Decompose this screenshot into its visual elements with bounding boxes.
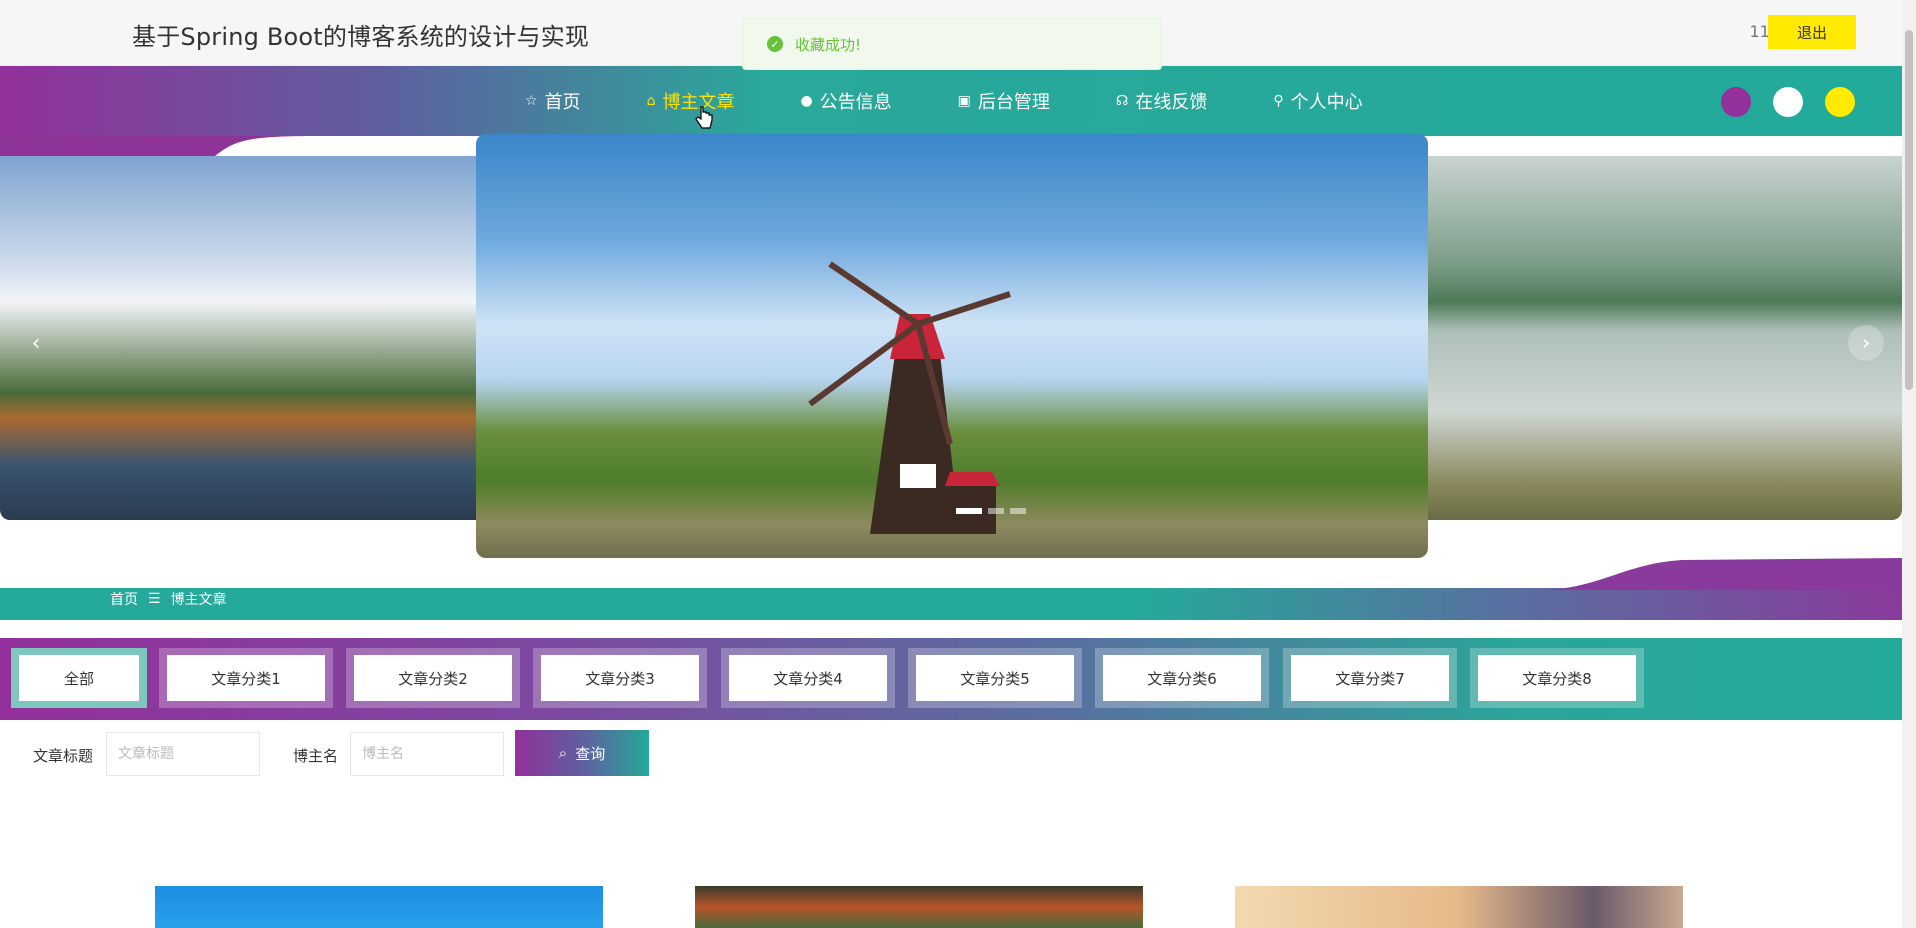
carousel-slide-next[interactable] — [1428, 156, 1902, 520]
category-6[interactable]: 文章分类6 — [1095, 648, 1269, 708]
search-button-label: 查询 — [575, 745, 606, 763]
user-icon: ⚲ — [1273, 93, 1284, 109]
carousel-slide-prev[interactable] — [0, 156, 476, 520]
category-label: 文章分类2 — [354, 655, 512, 701]
scrollbar-thumb[interactable] — [1905, 30, 1913, 390]
headset-icon: ☊ — [1115, 93, 1129, 109]
info-icon: ● — [800, 93, 813, 109]
category-label: 全部 — [19, 655, 139, 701]
category-8[interactable]: 文章分类8 — [1470, 648, 1644, 708]
star-icon: ☆ — [525, 93, 538, 109]
hand-cursor-icon — [695, 106, 713, 129]
category-label: 文章分类3 — [541, 655, 699, 701]
carousel-next-button[interactable]: › — [1848, 325, 1884, 361]
category-1[interactable]: 文章分类1 — [159, 648, 333, 708]
theme-dot-yellow[interactable] — [1825, 87, 1855, 117]
search-form: 文章标题 博主名 ⌕ 查询 — [0, 730, 1902, 780]
title-field-label: 文章标题 — [33, 747, 94, 765]
category-label: 文章分类4 — [729, 655, 887, 701]
carousel-dot-3[interactable] — [1010, 508, 1026, 514]
category-label: 文章分类1 — [167, 655, 325, 701]
success-toast: ✓ 收藏成功! — [742, 18, 1162, 70]
theme-dot-purple[interactable] — [1721, 87, 1751, 117]
breadcrumb-wave-decoration — [1382, 558, 1902, 590]
category-3[interactable]: 文章分类3 — [533, 648, 707, 708]
category-label: 文章分类7 — [1291, 655, 1449, 701]
nav-label: 公告信息 — [819, 92, 892, 113]
check-circle-icon: ✓ — [767, 36, 783, 52]
breadcrumb-bar: 首页 ☰ 博主文章 — [0, 558, 1902, 620]
carousel-dot-1[interactable] — [956, 508, 982, 514]
nav-item-home[interactable]: ☆ 首页 — [525, 88, 581, 114]
article-card-2[interactable] — [695, 886, 1143, 928]
category-label: 文章分类5 — [916, 655, 1074, 701]
category-bar: 全部 文章分类1 文章分类2 文章分类3 文章分类4 文章分类5 文章分类6 文… — [0, 638, 1902, 720]
main-nav-bar: ☆ 首页 ⌂ 博主文章 ● 公告信息 ▣ 后台管理 ☊ 在线反馈 ⚲ 个人中心 — [0, 66, 1902, 136]
carousel-indicators — [956, 508, 1026, 514]
carousel-dot-2[interactable] — [988, 508, 1004, 514]
category-label: 文章分类8 — [1478, 655, 1636, 701]
breadcrumb-separator-icon: ☰ — [148, 591, 161, 607]
nav-label: 首页 — [544, 92, 581, 113]
nav-item-personal-center[interactable]: ⚲ 个人中心 — [1273, 88, 1362, 114]
site-title: 基于Spring Boot的博客系统的设计与实现 — [132, 23, 590, 51]
author-search-input[interactable] — [350, 732, 504, 776]
page-scrollbar[interactable] — [1902, 0, 1916, 928]
breadcrumb-current: 博主文章 — [170, 592, 227, 608]
breadcrumb: 首页 ☰ 博主文章 — [110, 588, 227, 610]
category-7[interactable]: 文章分类7 — [1283, 648, 1457, 708]
article-card-3[interactable] — [1235, 886, 1683, 928]
banner-carousel: ‹ › — [0, 134, 1902, 586]
category-all[interactable]: 全部 — [11, 648, 147, 708]
nav-label: 在线反馈 — [1135, 92, 1208, 113]
search-icon: ⌕ — [558, 744, 568, 762]
nav-item-admin[interactable]: ▣ 后台管理 — [958, 88, 1050, 114]
nav-item-blogger-articles[interactable]: ⌂ 博主文章 — [647, 88, 735, 114]
briefcase-icon: ▣ — [957, 93, 971, 109]
breadcrumb-home[interactable]: 首页 — [110, 589, 138, 609]
windmill-image — [808, 261, 1011, 534]
chevron-left-icon: ‹ — [31, 330, 41, 356]
nav-item-announcements[interactable]: ● 公告信息 — [800, 88, 891, 114]
nav-label: 后台管理 — [977, 92, 1050, 113]
category-2[interactable]: 文章分类2 — [346, 648, 520, 708]
author-field-label: 博主名 — [293, 747, 339, 765]
title-search-input[interactable] — [106, 732, 260, 776]
category-4[interactable]: 文章分类4 — [721, 648, 895, 708]
chevron-right-icon: › — [1861, 330, 1871, 356]
category-label: 文章分类6 — [1103, 655, 1261, 701]
category-5[interactable]: 文章分类5 — [908, 648, 1082, 708]
search-button[interactable]: ⌕ 查询 — [515, 730, 649, 776]
logout-button[interactable]: 退出 — [1768, 15, 1856, 49]
toast-message: 收藏成功! — [795, 35, 862, 54]
nav-label: 个人中心 — [1290, 92, 1363, 113]
carousel-prev-button[interactable]: ‹ — [18, 325, 54, 361]
theme-dot-white[interactable] — [1773, 87, 1803, 117]
carousel-slide-active[interactable] — [476, 134, 1428, 558]
main-nav: ☆ 首页 ⌂ 博主文章 ● 公告信息 ▣ 后台管理 ☊ 在线反馈 ⚲ 个人中心 — [525, 66, 1429, 136]
bag-icon: ⌂ — [646, 93, 656, 109]
nav-item-feedback[interactable]: ☊ 在线反馈 — [1116, 88, 1207, 114]
article-card-1[interactable] — [155, 886, 603, 928]
